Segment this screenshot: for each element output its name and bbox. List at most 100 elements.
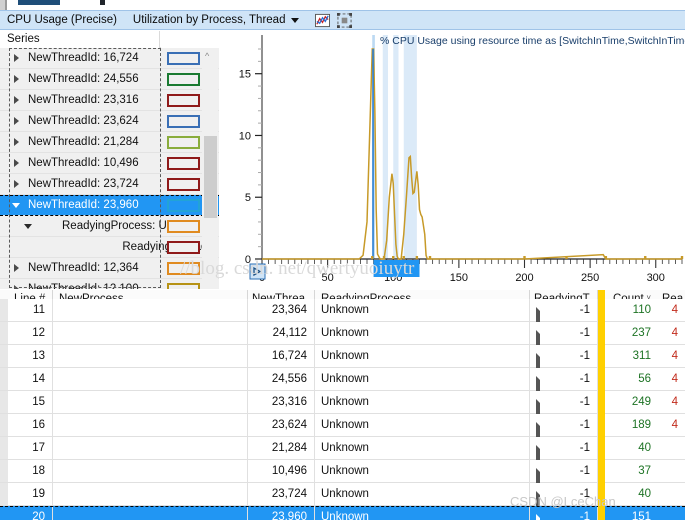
series-list-item[interactable]: NewThreadId: 12,100 <box>0 279 219 289</box>
table-cell-new_thread: 16,724 <box>248 345 315 368</box>
selection-icon[interactable] <box>337 12 353 28</box>
row-header-gutter[interactable] <box>0 483 8 505</box>
series-list-item[interactable]: ReadyingThread... <box>0 237 219 258</box>
row-header-gutter[interactable] <box>0 345 8 367</box>
table-cell-readying_process: Unknown <box>315 322 530 345</box>
table-row[interactable]: 15 23,316 Unknown -1 249 4 <box>0 391 685 414</box>
chart-axis-marker <box>382 256 386 259</box>
series-color-swatch[interactable] <box>167 136 200 149</box>
series-color-swatch[interactable] <box>167 73 200 86</box>
table-row[interactable]: 14 24,556 Unknown -1 56 4 <box>0 368 685 391</box>
table-cell-new_thread: 21,284 <box>248 437 315 460</box>
series-list-item[interactable]: NewThreadId: 23,960 <box>0 195 219 216</box>
table-cell-new_process <box>53 460 248 483</box>
series-color-swatch[interactable] <box>167 52 200 65</box>
series-column-header[interactable]: Series <box>0 31 160 48</box>
table-cell-readying_thread: -1 <box>530 460 598 483</box>
series-scrollbar-thumb[interactable] <box>204 136 217 218</box>
chevron-right-icon[interactable] <box>536 306 540 322</box>
series-color-swatch[interactable] <box>167 241 200 254</box>
table-row[interactable]: 16 23,624 Unknown -1 189 4 <box>0 414 685 437</box>
series-list-item[interactable]: NewThreadId: 23,316 <box>0 90 219 111</box>
chevron-right-icon[interactable] <box>10 73 22 85</box>
series-color-swatch[interactable] <box>167 115 200 128</box>
chevron-right-icon[interactable] <box>536 490 540 506</box>
series-list-item[interactable]: NewThreadId: 24,556 <box>0 69 219 90</box>
series-list-item[interactable]: NewThreadId: 21,284 <box>0 132 219 153</box>
chevron-right-icon[interactable] <box>536 398 540 414</box>
series-list-item[interactable]: NewThreadId: 23,624 <box>0 111 219 132</box>
table-row[interactable]: 17 21,284 Unknown -1 40 <box>0 437 685 460</box>
series-color-swatch[interactable] <box>167 157 200 170</box>
graph-icon[interactable] <box>315 13 331 28</box>
chevron-right-icon[interactable] <box>536 421 540 437</box>
top-left-divider <box>5 0 7 10</box>
table-row[interactable]: 20 23,960 Unknown -1 151 <box>0 506 685 520</box>
table-row[interactable]: 19 23,724 Unknown -1 40 <box>0 483 685 506</box>
chevron-right-icon[interactable] <box>10 136 22 148</box>
chart-expand-button[interactable] <box>249 263 266 280</box>
table-cell-count: 56 <box>638 373 651 385</box>
series-color-swatch[interactable] <box>167 262 200 275</box>
chevron-down-icon[interactable] <box>291 17 300 23</box>
table-row[interactable]: 11 23,364 Unknown -1 110 4 <box>0 299 685 322</box>
series-color-swatch[interactable] <box>167 94 200 107</box>
row-header-gutter[interactable] <box>0 368 8 390</box>
tab-chip[interactable] <box>18 0 60 5</box>
series-color-swatch[interactable] <box>167 199 200 212</box>
chevron-down-icon[interactable] <box>10 199 22 211</box>
chart-series-line <box>262 48 682 260</box>
chevron-right-icon[interactable] <box>536 467 540 483</box>
chevron-right-icon[interactable] <box>536 329 540 345</box>
chevron-right-icon[interactable] <box>10 262 22 274</box>
row-header-gutter[interactable] <box>0 437 8 459</box>
row-header-gutter[interactable] <box>0 322 8 344</box>
y-axis-tick-label: 5 <box>245 192 251 204</box>
view-preset-label[interactable]: Utilization by Process, Thread <box>133 14 286 26</box>
chevron-right-icon[interactable] <box>536 513 540 520</box>
table-cell-new_process <box>53 322 248 345</box>
chevron-right-icon[interactable] <box>10 115 22 127</box>
series-list-item[interactable]: NewThreadId: 23,724 <box>0 174 219 195</box>
chevron-right-icon[interactable] <box>536 444 540 460</box>
chevron-right-icon[interactable] <box>10 157 22 169</box>
chevron-right-icon[interactable] <box>10 283 22 289</box>
series-list-item[interactable]: ReadyingProcess: U... <box>0 216 219 237</box>
table-cell-count: 110 <box>632 304 651 316</box>
series-color-swatch[interactable] <box>167 283 200 289</box>
table-cell-line: 18 <box>8 460 53 483</box>
row-header-gutter[interactable] <box>0 391 8 413</box>
table-cell-new_process <box>53 483 248 506</box>
table-cell-readying_thread: -1 <box>530 483 598 506</box>
table-row[interactable]: 18 10,496 Unknown -1 37 <box>0 460 685 483</box>
table-row[interactable]: 13 16,724 Unknown -1 311 4 <box>0 345 685 368</box>
table-cell-readying_process: Unknown <box>315 506 530 520</box>
row-header-gutter[interactable] <box>0 460 8 482</box>
chevron-down-icon[interactable] <box>22 220 34 232</box>
scroll-up-icon[interactable]: ^ <box>205 51 209 61</box>
series-color-swatch[interactable] <box>167 178 200 191</box>
row-header-gutter[interactable] <box>0 414 8 436</box>
chevron-right-icon[interactable] <box>10 178 22 190</box>
x-axis-tick-label: 250 <box>581 272 599 284</box>
chart-canvas[interactable]: 051015050100150200250300 <box>220 31 685 289</box>
table-cell-line: 11 <box>8 299 53 322</box>
chevron-right-icon[interactable] <box>10 52 22 64</box>
series-list-item[interactable]: NewThreadId: 16,724 <box>0 48 219 69</box>
series-scrollbar[interactable]: ^ <box>202 48 218 289</box>
series-list-item[interactable]: NewThreadId: 10,496 <box>0 153 219 174</box>
chevron-right-icon[interactable] <box>536 375 540 391</box>
chart-highlight-band <box>403 35 417 259</box>
series-color-swatch[interactable] <box>167 220 200 233</box>
chevron-right-icon[interactable] <box>536 352 540 368</box>
cpu-usage-chart[interactable]: % CPU Usage using resource time as [Swit… <box>220 31 685 289</box>
chart-axis-marker <box>402 256 405 259</box>
series-list[interactable]: NewThreadId: 16,724 NewThreadId: 24,556 Ne… <box>0 48 219 289</box>
row-header-gutter[interactable] <box>0 506 8 520</box>
series-list-item[interactable]: NewThreadId: 12,364 <box>0 258 219 279</box>
chart-axis-marker <box>644 256 647 259</box>
table-cell-readying_process: Unknown <box>315 483 530 506</box>
table-row[interactable]: 12 24,112 Unknown -1 237 4 <box>0 322 685 345</box>
row-header-gutter[interactable] <box>0 299 8 321</box>
chevron-right-icon[interactable] <box>10 94 22 106</box>
